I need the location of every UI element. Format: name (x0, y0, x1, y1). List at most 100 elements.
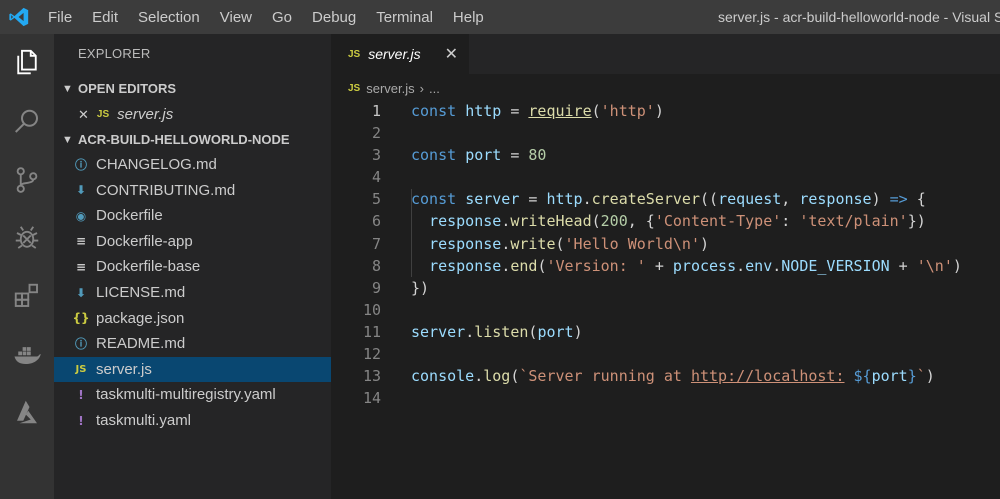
menu-debug[interactable]: Debug (302, 9, 366, 26)
code-token: ) (654, 102, 664, 120)
tab-bar: JS server.js ✕ (331, 34, 1000, 74)
javascript-icon: JS (75, 363, 87, 375)
code-token: ) (871, 190, 890, 209)
code-token: . (501, 212, 511, 231)
code-text: }) (411, 277, 429, 299)
code-token: + (645, 256, 673, 275)
line-number: 10 (362, 300, 381, 319)
line-number: 5 (371, 190, 381, 209)
extensions-icon[interactable] (0, 268, 54, 324)
file-item[interactable]: ≡ Dockerfile-app (54, 229, 331, 254)
close-icon[interactable]: ✕ (445, 44, 458, 64)
code-token: . (501, 256, 511, 275)
code-token: = (501, 102, 529, 120)
code-token: write (510, 234, 556, 253)
json-icon: {} (72, 311, 90, 326)
line-number: 2 (371, 124, 381, 143)
text-file-icon: ≡ (75, 259, 87, 274)
file-item[interactable]: JS server.js (54, 356, 331, 382)
file-label: Dockerfile (96, 207, 163, 225)
code-line: 4 (331, 166, 1000, 188)
code-token: server (411, 322, 466, 341)
source-control-icon[interactable] (0, 152, 54, 208)
breadcrumb-more[interactable]: ... (429, 81, 440, 96)
code-token: end (510, 256, 538, 275)
docker-icon[interactable] (0, 326, 54, 382)
text-file-icon: ≡ (75, 234, 87, 249)
line-number: 13 (362, 367, 381, 386)
tab-server-js[interactable]: JS server.js ✕ (331, 34, 469, 74)
line-number: 9 (371, 278, 381, 297)
breadcrumb-file[interactable]: server.js (366, 81, 414, 96)
code-token: writeHead (510, 212, 592, 231)
breadcrumb: JS server.js › ... (348, 78, 440, 98)
menu-file[interactable]: File (38, 9, 82, 26)
line-number: 3 (371, 146, 381, 165)
line-number: 6 (371, 212, 381, 231)
open-editor-item[interactable]: ✕ JS server.js (54, 102, 331, 127)
file-label: taskmulti-multiregistry.yaml (96, 386, 276, 404)
menu-edit[interactable]: Edit (82, 9, 128, 26)
code-token: ( (555, 234, 565, 253)
code-token: 80 (528, 146, 547, 165)
open-editors-header[interactable]: ▼ OPEN EDITORS (54, 76, 331, 101)
file-item[interactable]: ⓘ README.md (54, 331, 331, 356)
azure-icon[interactable] (0, 384, 54, 440)
menu-selection[interactable]: Selection (128, 9, 210, 26)
file-item[interactable]: ! taskmulti-multiregistry.yaml (54, 382, 331, 407)
search-icon[interactable] (0, 94, 54, 150)
code-token: http (546, 190, 583, 209)
code-line: 1 const http = require('http') (331, 100, 1000, 122)
code-token: '\n' (916, 256, 953, 275)
code-token: log (483, 367, 511, 386)
project-folder-label: ACR-BUILD-HELLOWORLD-NODE (78, 132, 290, 147)
file-item[interactable]: ⬇ CONTRIBUTING.md (54, 178, 331, 203)
yaml-icon: ! (78, 413, 84, 428)
menu-go[interactable]: Go (262, 9, 302, 26)
code-token: , (781, 190, 800, 209)
project-folder-header[interactable]: ▼ ACR-BUILD-HELLOWORLD-NODE (54, 127, 331, 152)
code-editor[interactable]: 1 const http = require('http') 2 3 const por… (331, 100, 1000, 409)
close-icon[interactable]: ✕ (78, 107, 89, 123)
file-item[interactable]: ≡ Dockerfile-base (54, 254, 331, 279)
javascript-icon: JS (96, 109, 110, 120)
menu-view[interactable]: View (210, 9, 262, 26)
code-token: = (501, 146, 529, 165)
code-token: NODE_VERSION (781, 256, 890, 275)
code-token: . (772, 256, 782, 275)
code-token: ( (591, 212, 601, 231)
code-line: 3 const port = 80 (331, 144, 1000, 166)
code-text: response.writeHead(200, {'Content-Type':… (411, 210, 926, 232)
file-item[interactable]: {} package.json (54, 306, 331, 331)
code-token: const (411, 146, 457, 165)
explorer-icon[interactable] (0, 34, 54, 90)
code-token: port (465, 146, 502, 165)
code-token: . (501, 234, 511, 253)
file-item[interactable]: ⬇ LICENSE.md (54, 280, 331, 305)
code-line: 13 console.log(`Server running at http://… (331, 365, 1000, 387)
file-label: taskmulti.yaml (96, 412, 192, 429)
code-token: . (736, 256, 746, 275)
code-line: 11 server.listen(port) (331, 321, 1000, 343)
file-label: CONTRIBUTING.md (96, 181, 236, 199)
code-line: 12 (331, 343, 1000, 365)
code-token: 'Version: ' (546, 256, 646, 275)
file-item[interactable]: ⓘ CHANGELOG.md (54, 152, 331, 177)
menu-terminal[interactable]: Terminal (366, 9, 443, 26)
file-label: README.md (96, 335, 186, 353)
menu-help[interactable]: Help (443, 9, 494, 26)
editor-area: JS server.js ✕ JS server.js › ... 1 const… (331, 34, 1000, 499)
docker-file-icon: ◉ (75, 208, 87, 223)
file-item[interactable]: ! taskmulti.yaml (54, 408, 331, 433)
code-token: { (907, 190, 926, 209)
debug-icon[interactable] (0, 210, 54, 266)
file-label: Dockerfile-base (96, 258, 201, 276)
code-text: const http = require('http') (411, 100, 664, 122)
code-token: }) (907, 212, 926, 231)
chevron-down-icon: ▼ (62, 133, 73, 146)
line-number: 8 (371, 256, 381, 275)
open-editor-label: server.js (117, 106, 174, 123)
file-item[interactable]: ◉ Dockerfile (54, 203, 331, 228)
